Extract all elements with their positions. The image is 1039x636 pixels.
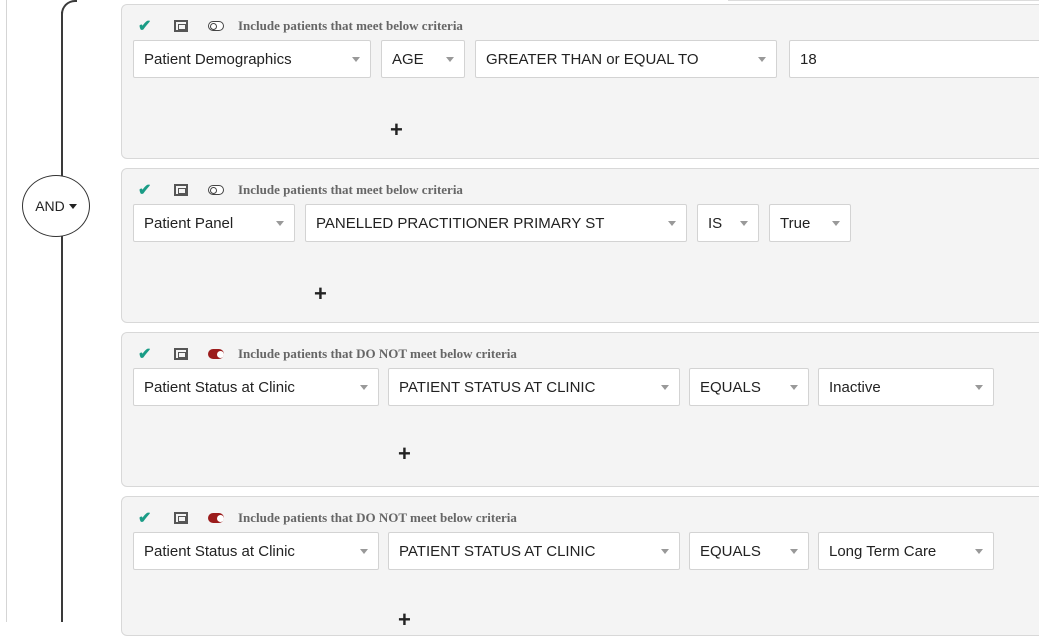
exclude-toggle[interactable] — [208, 349, 224, 359]
collapse-icon[interactable] — [174, 512, 188, 524]
field-select[interactable]: AGE — [381, 40, 465, 78]
dropdown-arrow-icon — [790, 384, 798, 390]
criteria-header-text: Include patients that DO NOT meet below … — [238, 346, 517, 361]
top-border — [728, 0, 1039, 1]
operator-select[interactable]: IS — [697, 204, 759, 242]
dropdown-arrow-icon — [360, 548, 368, 554]
dropdown-arrow-icon — [832, 220, 840, 226]
dropdown-arrow-icon — [740, 220, 748, 226]
criteria-block: ✔ Include patients that DO NOT meet belo… — [121, 496, 1039, 636]
exclude-toggle[interactable] — [208, 513, 224, 523]
dropdown-arrow-icon — [661, 548, 669, 554]
field-select[interactable]: PATIENT STATUS AT CLINIC — [388, 532, 680, 570]
field-select[interactable]: PATIENT STATUS AT CLINIC — [388, 368, 680, 406]
dropdown-arrow-icon — [758, 56, 766, 62]
value-input[interactable]: 18 — [789, 40, 1039, 78]
add-condition-icon[interactable]: + — [314, 283, 327, 305]
category-select[interactable]: Patient Status at Clinic — [133, 368, 379, 406]
add-condition-icon[interactable]: + — [398, 443, 411, 465]
check-icon[interactable]: ✔ — [138, 180, 162, 200]
operator-select[interactable]: GREATER THAN or EQUAL TO — [475, 40, 777, 78]
check-icon[interactable]: ✔ — [138, 508, 162, 528]
field-select[interactable]: PANELLED PRACTITIONER PRIMARY ST — [305, 204, 687, 242]
operator-select[interactable]: EQUALS — [689, 532, 809, 570]
criteria-header: ✔ Include patients that DO NOT meet belo… — [138, 508, 517, 528]
dropdown-arrow-icon — [352, 56, 360, 62]
criteria-header-text: Include patients that DO NOT meet below … — [238, 510, 517, 525]
dropdown-arrow-icon — [975, 548, 983, 554]
value-select[interactable]: Inactive — [818, 368, 994, 406]
operator-select[interactable]: EQUALS — [689, 368, 809, 406]
dropdown-arrow-icon — [790, 548, 798, 554]
add-condition-icon[interactable]: + — [390, 119, 403, 141]
tree-connector-curve — [61, 0, 77, 14]
value-select[interactable]: Long Term Care — [818, 532, 994, 570]
criteria-block: ✔ Include patients that meet below crite… — [121, 168, 1039, 323]
include-toggle[interactable] — [208, 185, 224, 195]
include-toggle[interactable] — [208, 21, 224, 31]
left-border — [6, 0, 7, 622]
category-select[interactable]: Patient Demographics — [133, 40, 371, 78]
criteria-header-text: Include patients that meet below criteri… — [238, 18, 463, 33]
dropdown-arrow-icon — [276, 220, 284, 226]
criteria-header-text: Include patients that meet below criteri… — [238, 182, 463, 197]
criteria-header: ✔ Include patients that meet below crite… — [138, 16, 463, 36]
criteria-header: ✔ Include patients that DO NOT meet belo… — [138, 344, 517, 364]
dropdown-arrow-icon — [975, 384, 983, 390]
group-operator-button[interactable]: AND — [22, 175, 90, 237]
check-icon[interactable]: ✔ — [138, 16, 162, 36]
criteria-block: ✔ Include patients that meet below crite… — [121, 4, 1039, 159]
collapse-icon[interactable] — [174, 184, 188, 196]
dropdown-arrow-icon — [446, 56, 454, 62]
category-select[interactable]: Patient Panel — [133, 204, 295, 242]
value-select[interactable]: True — [769, 204, 851, 242]
collapse-icon[interactable] — [174, 20, 188, 32]
add-condition-icon[interactable]: + — [398, 609, 411, 631]
dropdown-arrow-icon — [661, 384, 669, 390]
collapse-icon[interactable] — [174, 348, 188, 360]
dropdown-arrow-icon — [360, 384, 368, 390]
caret-down-icon — [68, 203, 77, 209]
criteria-block: ✔ Include patients that DO NOT meet belo… — [121, 332, 1039, 487]
dropdown-arrow-icon — [668, 220, 676, 226]
check-icon[interactable]: ✔ — [138, 344, 162, 364]
criteria-header: ✔ Include patients that meet below crite… — [138, 180, 463, 200]
tree-connector-line — [61, 12, 63, 622]
category-select[interactable]: Patient Status at Clinic — [133, 532, 379, 570]
group-operator-label: AND — [35, 198, 65, 214]
